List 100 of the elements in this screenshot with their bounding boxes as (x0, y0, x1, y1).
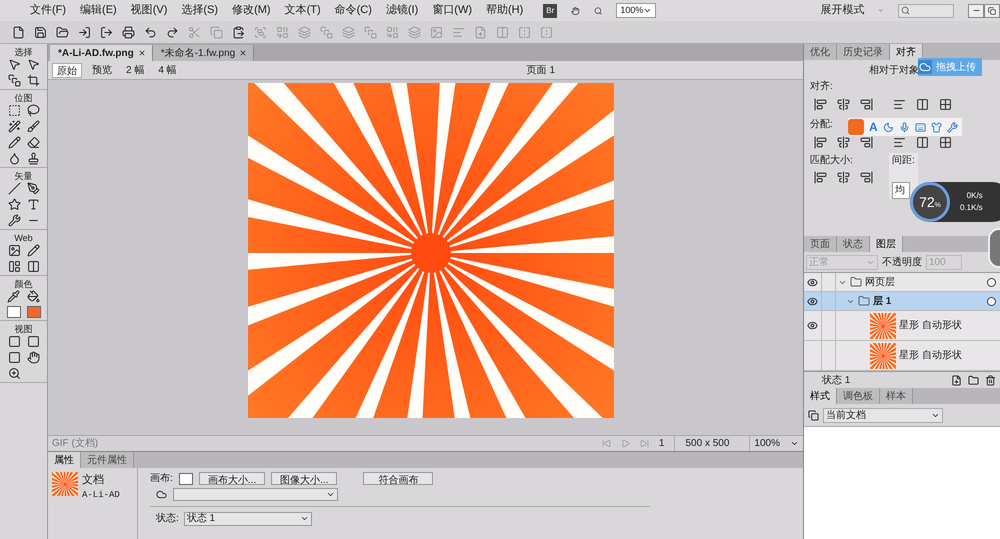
import-icon[interactable] (78, 26, 91, 38)
open-folder-icon[interactable] (56, 26, 69, 38)
menu-item[interactable]: 帮助(H) (486, 2, 524, 19)
zoom-icon[interactable] (8, 367, 20, 380)
menu-item[interactable]: 窗口(W) (432, 2, 472, 19)
menu-item[interactable]: 命令(C) (334, 2, 372, 19)
align-icon[interactable] (860, 98, 873, 111)
fill-color-swatch[interactable] (26, 306, 40, 318)
zoom-dropdown[interactable]: 100% (616, 3, 656, 18)
app-badge[interactable]: Br (543, 4, 558, 18)
align-icon[interactable] (893, 98, 906, 111)
eye-icon[interactable] (807, 296, 818, 306)
scale-icon[interactable] (8, 74, 20, 87)
square-icon[interactable] (8, 351, 20, 364)
shirt-icon[interactable] (930, 122, 942, 132)
align-icon[interactable] (893, 136, 906, 149)
columns-icon[interactable] (26, 260, 40, 273)
menu-item[interactable]: 选择(S) (181, 2, 218, 19)
align-icon[interactable] (939, 98, 952, 111)
caret-icon[interactable] (643, 6, 652, 15)
align-icon[interactable] (814, 171, 827, 184)
align-icon[interactable] (837, 171, 850, 184)
panel-tab[interactable]: 状态 (837, 236, 870, 252)
menu-item[interactable]: 文本(T) (284, 2, 321, 19)
search-field[interactable] (898, 4, 954, 18)
crop-icon[interactable] (26, 74, 40, 87)
workspace-switcher[interactable]: 展开模式 (820, 2, 864, 19)
panel-icon[interactable] (8, 260, 20, 273)
view-mode-button[interactable]: 2 幅 (122, 62, 148, 78)
wrench-icon[interactable] (8, 214, 20, 227)
keyboard-icon[interactable] (914, 122, 926, 132)
close-icon[interactable] (138, 49, 146, 57)
new-file-icon[interactable] (12, 26, 25, 38)
square-icon[interactable] (8, 335, 20, 348)
canvas-color-swatch[interactable] (178, 472, 193, 484)
undo-icon[interactable] (144, 26, 157, 38)
panel-tab[interactable]: 样本 (880, 388, 913, 404)
view-mode-button[interactable]: 预览 (88, 62, 116, 78)
layer-row[interactable]: 星形 自动形状 (804, 341, 1000, 371)
align-icon[interactable] (860, 171, 873, 184)
panel-tab[interactable]: 样式 (804, 388, 837, 404)
spacing-field[interactable]: 均 (892, 182, 910, 199)
eye-icon[interactable] (807, 320, 818, 331)
panel-tab[interactable]: 图层 (870, 236, 903, 252)
pointer-icon[interactable] (8, 58, 20, 71)
canvas-button[interactable]: 画布大小... (198, 472, 266, 485)
layer-row[interactable]: 星形 自动形状 (804, 311, 1000, 341)
style-source-dropdown[interactable]: 当前文档 (823, 408, 943, 422)
align-icon[interactable] (837, 98, 850, 111)
menu-item[interactable]: 文件(F) (30, 2, 66, 19)
folder-icon[interactable] (968, 374, 979, 386)
redo-icon[interactable] (166, 26, 179, 38)
cloud-icon[interactable] (918, 60, 932, 74)
canvas-button[interactable]: 符合画布 (363, 472, 434, 485)
wand-icon[interactable] (8, 120, 20, 133)
eraser-icon[interactable] (26, 136, 40, 149)
menu-item[interactable]: 编辑(E) (80, 2, 117, 19)
menu-item[interactable]: 修改(M) (232, 2, 271, 19)
align-icon[interactable] (837, 136, 850, 149)
restore-button[interactable] (984, 4, 1000, 18)
align-icon[interactable] (814, 136, 827, 149)
stamp-icon[interactable] (26, 152, 40, 165)
view-mode-button[interactable]: 4 幅 (154, 62, 181, 78)
line-icon[interactable] (8, 182, 20, 195)
caret-icon[interactable] (326, 490, 335, 499)
print-icon[interactable] (122, 26, 135, 38)
page-selector[interactable]: 页面 1 (526, 62, 556, 78)
align-icon[interactable] (860, 136, 873, 149)
export-icon[interactable] (100, 26, 113, 38)
caret-icon[interactable] (790, 439, 799, 448)
align-icon[interactable] (916, 136, 929, 149)
canvas-button[interactable]: 图像大小... (271, 472, 338, 485)
panel-tab[interactable]: 对齐 (890, 44, 923, 60)
align-icon[interactable] (939, 136, 952, 149)
eye-icon[interactable] (807, 276, 818, 288)
subselect-icon[interactable] (26, 58, 40, 71)
hand-icon[interactable] (26, 351, 40, 364)
marquee-icon[interactable] (8, 104, 20, 117)
pencil-icon[interactable] (26, 244, 40, 257)
menu-item[interactable]: 视图(V) (130, 2, 168, 19)
close-icon[interactable] (239, 49, 248, 57)
panel-tab[interactable]: 历史记录 (837, 44, 890, 60)
layer-row[interactable]: 网页层 (804, 273, 1000, 292)
paint-bucket-icon[interactable] (26, 290, 40, 303)
stroke-color-swatch[interactable] (6, 306, 20, 318)
menu-item[interactable]: 滤镜(I) (386, 2, 418, 19)
restore-icon[interactable] (988, 6, 996, 14)
minimize-button[interactable] (968, 4, 984, 18)
pen-icon[interactable] (26, 182, 40, 195)
droplet-icon[interactable] (8, 152, 20, 165)
panel-tab[interactable]: 优化 (804, 44, 837, 60)
trash-icon[interactable] (985, 374, 996, 386)
ime-letter[interactable]: A (869, 118, 878, 136)
layer-row[interactable]: 层 1 (804, 292, 1000, 311)
star-icon[interactable] (8, 198, 20, 211)
moon-icon[interactable] (882, 122, 894, 132)
eyedropper-icon[interactable] (6, 290, 20, 303)
square-icon[interactable] (26, 335, 40, 348)
lasso-icon[interactable] (26, 104, 40, 117)
save-icon[interactable] (34, 26, 47, 38)
